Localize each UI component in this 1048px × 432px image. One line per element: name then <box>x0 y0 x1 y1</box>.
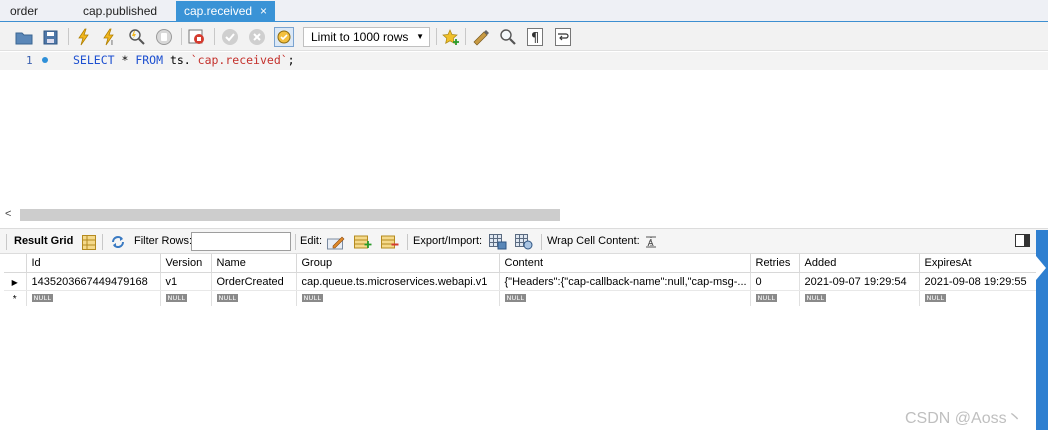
svg-text:I: I <box>111 40 113 46</box>
line-number: 1 <box>26 54 33 67</box>
execute-icon[interactable] <box>74 27 94 47</box>
new-cell-expiresat[interactable]: NULL <box>919 290 1037 306</box>
commit-icon[interactable] <box>220 27 240 47</box>
wrap-lines-icon[interactable] <box>553 27 573 47</box>
import-icon[interactable] <box>515 233 533 251</box>
side-panel-tab[interactable] <box>1036 230 1048 430</box>
null-badge: NULL <box>301 293 324 302</box>
column-header-group[interactable]: Group <box>296 254 500 273</box>
null-badge: NULL <box>165 293 188 302</box>
code-semicolon: ; <box>287 53 295 67</box>
export-icon[interactable] <box>489 233 507 251</box>
cell-content[interactable]: {"Headers":{"cap-callback-name":null,"ca… <box>499 272 751 291</box>
open-folder-icon[interactable] <box>14 27 34 47</box>
explain-icon[interactable] <box>127 27 147 47</box>
code-table: `cap.received` <box>190 53 288 67</box>
null-badge: NULL <box>31 293 54 302</box>
new-cell-content[interactable]: NULL <box>499 290 751 306</box>
null-badge: NULL <box>504 293 527 302</box>
rollback-icon[interactable] <box>247 27 267 47</box>
refresh-icon[interactable] <box>109 233 127 251</box>
close-tab-icon[interactable]: × <box>260 4 267 18</box>
export-import-label: Export/Import: <box>413 235 483 247</box>
find-icon[interactable] <box>498 27 518 47</box>
grid-header-row: Id Version Name Group Content Retries Ad… <box>4 254 1037 273</box>
sql-editor[interactable]: 1 SELECT * FROM ts.`cap.received`; <box>0 51 1048 207</box>
new-cell-retries[interactable]: NULL <box>750 290 800 306</box>
sql-code-line[interactable]: SELECT * FROM ts.`cap.received`; <box>73 53 295 67</box>
cell-retries[interactable]: 0 <box>750 272 800 291</box>
null-badge: NULL <box>804 293 827 302</box>
cell-name[interactable]: OrderCreated <box>211 272 297 291</box>
limit-rows-select[interactable]: Limit to 1000 rows ▼ <box>303 27 430 47</box>
query-toolbar: I Limit to 1000 rows ▼ ¶ <box>0 22 1048 51</box>
toggle-autocommit-icon[interactable] <box>274 27 294 47</box>
filter-rows-input[interactable] <box>191 232 291 251</box>
cell-group[interactable]: cap.queue.ts.microservices.webapi.v1 <box>296 272 500 291</box>
table-row[interactable]: ▶ 1435203667449479168 v1 OrderCreated ca… <box>4 272 1037 291</box>
column-header-retries[interactable]: Retries <box>750 254 800 273</box>
stop-icon[interactable] <box>154 27 174 47</box>
column-header-added[interactable]: Added <box>799 254 920 273</box>
scrollbar-thumb[interactable] <box>20 209 560 221</box>
code-schema: ts. <box>163 53 191 67</box>
wrap-cell-content-label: Wrap Cell Content: <box>547 235 640 247</box>
new-cell-added[interactable]: NULL <box>799 290 920 306</box>
new-cell-name[interactable]: NULL <box>211 290 297 306</box>
new-cell-id[interactable]: NULL <box>26 290 161 306</box>
tab-order[interactable]: order <box>2 1 46 22</box>
delete-row-icon[interactable] <box>381 233 399 251</box>
statement-marker-icon <box>42 57 48 63</box>
chevron-down-icon: ▼ <box>416 32 424 41</box>
null-badge: NULL <box>216 293 239 302</box>
column-header-content[interactable]: Content <box>499 254 751 273</box>
column-header-id[interactable]: Id <box>26 254 161 273</box>
result-grid-label[interactable]: Result Grid <box>14 235 73 247</box>
new-row[interactable]: * NULL NULL NULL NULL NULL NULL NULL NUL… <box>4 290 1037 306</box>
query-tab-bar: order cap.published cap.received × <box>0 0 1048 22</box>
column-header-name[interactable]: Name <box>211 254 297 273</box>
row-header-corner <box>4 254 27 273</box>
cell-expiresat[interactable]: 2021-09-08 19:29:55 <box>919 272 1037 291</box>
svg-text:¶: ¶ <box>531 31 539 46</box>
editor-horizontal-scrollbar[interactable]: < <box>0 207 1048 223</box>
add-snippet-icon[interactable] <box>441 27 461 47</box>
stop-on-error-icon[interactable] <box>187 27 207 47</box>
result-grid-icon[interactable] <box>80 233 98 251</box>
edit-label: Edit: <box>300 235 323 247</box>
scroll-left-icon[interactable]: < <box>5 208 11 220</box>
new-cell-group[interactable]: NULL <box>296 290 500 306</box>
null-badge: NULL <box>755 293 778 302</box>
beautify-icon[interactable] <box>471 27 491 47</box>
null-badge: NULL <box>924 293 947 302</box>
save-icon[interactable] <box>40 27 60 47</box>
tab-cap-received[interactable]: cap.received × <box>176 1 276 22</box>
wrap-cell-icon[interactable]: A <box>642 233 660 251</box>
panel-arrow-icon <box>1036 256 1046 280</box>
code-star: * <box>114 53 136 67</box>
column-header-expiresat[interactable]: ExpiresAt <box>919 254 1037 273</box>
execute-selection-icon[interactable]: I <box>100 27 120 47</box>
cell-id[interactable]: 1435203667449479168 <box>26 272 161 291</box>
column-header-version[interactable]: Version <box>160 254 212 273</box>
watermark: CSDN @Aoss丶 <box>905 410 1023 427</box>
keyword-from: FROM <box>135 53 164 67</box>
new-row-marker: * <box>4 290 27 306</box>
toggle-side-panel-icon[interactable] <box>1014 232 1032 250</box>
cell-added[interactable]: 2021-09-07 19:29:54 <box>799 272 920 291</box>
invisible-characters-icon[interactable]: ¶ <box>525 27 545 47</box>
new-cell-version[interactable]: NULL <box>160 290 212 306</box>
keyword-select: SELECT <box>73 53 115 67</box>
result-toolbar: Result Grid Filter Rows: Edit: Export/Im… <box>0 228 1048 254</box>
add-row-icon[interactable] <box>354 233 372 251</box>
filter-rows-label: Filter Rows: <box>134 235 193 247</box>
current-row-marker[interactable]: ▶ <box>4 272 27 291</box>
cell-version[interactable]: v1 <box>160 272 212 291</box>
tab-cap-published[interactable]: cap.published <box>75 1 165 22</box>
result-grid[interactable]: Id Version Name Group Content Retries Ad… <box>4 254 1037 306</box>
edit-row-icon[interactable] <box>327 233 345 251</box>
